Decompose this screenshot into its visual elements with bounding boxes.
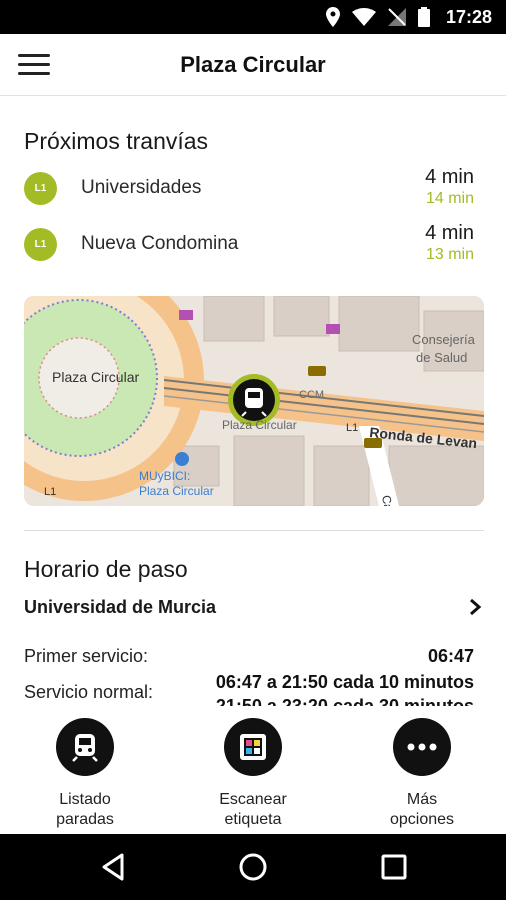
no-signal-icon: [387, 8, 406, 26]
tram-following-time: 13 min: [425, 246, 474, 263]
route-name[interactable]: Universidad de Murcia: [24, 597, 216, 618]
next-trams-title: Próximos tranvías: [24, 128, 209, 154]
qr-code-icon: [240, 734, 266, 760]
map-label-salud: de Salud: [416, 350, 467, 365]
clock: 17:28: [445, 6, 492, 27]
location-icon: [325, 7, 340, 27]
map-label-consejeria: Consejería: [412, 332, 476, 347]
stop-map[interactable]: Plaza Circular Consejería de Salud Ronda…: [24, 296, 484, 506]
map-label-l1: L1: [44, 486, 56, 498]
schedule-value: 21:50 a 23:20 cada 30 minutos: [215, 696, 474, 706]
line-badge: L1: [24, 172, 57, 205]
tram-row[interactable]: L1 Universidades 4 min 14 min: [24, 166, 474, 216]
more-options-button[interactable]: Más opciones: [352, 718, 492, 830]
tram-next-time: 4 min: [425, 166, 474, 188]
divider: [24, 530, 484, 531]
action-label: Escanear: [219, 791, 287, 808]
schedule-value: 06:47 a 21:50 cada 10 minutos: [215, 672, 474, 692]
map-label-ccm: CCM: [299, 389, 324, 401]
schedule-label: Primer servicio:: [24, 646, 149, 666]
chevron-right-icon[interactable]: [466, 596, 484, 618]
bottom-actions: Listado paradas Escanear etiqueta Más opcio…: [0, 706, 506, 834]
tram-destination: Nueva Condomina: [81, 233, 239, 254]
schedule-value: 06:47: [427, 646, 474, 666]
scan-tag-button[interactable]: Escanear etiqueta: [183, 718, 323, 830]
home-icon[interactable]: [236, 850, 270, 884]
tram-following-time: 14 min: [425, 190, 474, 207]
map-label-l1: L1: [346, 422, 358, 434]
schedule-label: Servicio normal:: [24, 682, 154, 702]
page-title: Plaza Circular: [180, 52, 326, 77]
schedule-rows: Primer servicio: 06:47 Servicio normal: …: [0, 640, 506, 706]
navigation-bar: [0, 834, 506, 900]
tram-destination: Universidades: [81, 177, 202, 198]
tram-icon: [72, 734, 98, 762]
action-label: paradas: [56, 811, 114, 828]
battery-icon: [417, 7, 430, 27]
map-label-plaza: Plaza Circular: [52, 369, 139, 385]
stop-list-button[interactable]: Listado paradas: [15, 718, 155, 830]
wifi-icon: [351, 8, 376, 26]
map-graphic: Plaza Circular Consejería de Salud Ronda…: [24, 296, 484, 506]
tram-next-time: 4 min: [425, 222, 474, 244]
schedule-title: Horario de paso: [24, 556, 188, 582]
more-options-icon: [407, 743, 437, 751]
back-icon[interactable]: [96, 850, 130, 884]
map-label-cal: Cal: [379, 494, 396, 506]
app-bar: Plaza Circular: [0, 34, 506, 96]
map-label-bike: MUyBICI:: [139, 469, 190, 483]
action-label: Más: [406, 791, 438, 808]
tram-row[interactable]: L1 Nueva Condomina 4 min 13 min: [24, 222, 474, 272]
action-label: etiqueta: [224, 811, 282, 828]
recent-apps-icon[interactable]: [377, 850, 411, 884]
line-badge: L1: [24, 228, 57, 261]
status-bar: 17:28: [0, 0, 506, 34]
action-label: Listado: [59, 791, 111, 808]
action-label: opciones: [389, 811, 455, 828]
map-label-stop: Plaza Circular: [222, 418, 297, 432]
map-label-bike-name: Plaza Circular: [139, 484, 214, 498]
